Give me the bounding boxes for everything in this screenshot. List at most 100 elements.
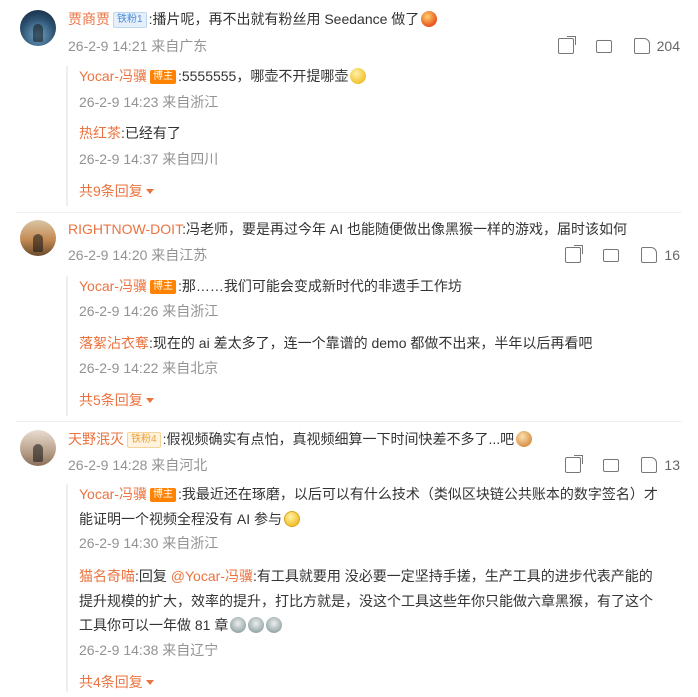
reply-text: :现在的 ai 差太多了，连一个靠谱的 demo 都做不出来，半年以后再看吧	[149, 335, 593, 351]
location: 来自浙江	[162, 303, 219, 319]
reply-text: :有工具就要用 没必要一定坚持手搓，生产工具的进步代表产能的	[252, 568, 653, 584]
mention-link[interactable]: @Yocar-冯骥	[171, 568, 253, 584]
comment-icon[interactable]	[603, 244, 620, 262]
username[interactable]: 贾商贾	[68, 11, 110, 27]
like-count: 13	[664, 457, 680, 473]
location: 来自四川	[162, 151, 219, 167]
more-replies-label[interactable]: 共4条回复	[79, 674, 143, 690]
more-replies-link[interactable]: 共5条回复	[79, 390, 154, 410]
reply-username[interactable]: 落絮沾衣奪	[79, 335, 149, 351]
comment-meta: 26-2-9 14:28 来自河北	[68, 455, 207, 475]
share-icon[interactable]	[565, 455, 584, 473]
shocked-emoji-icon	[266, 617, 283, 633]
username[interactable]: 天野泯灭	[68, 431, 124, 447]
reply-line-cont: 能证明一个视频全程没有 AI 参与	[79, 509, 301, 529]
chevron-down-icon	[145, 680, 154, 685]
host-badge: 博主	[149, 280, 176, 294]
timestamp: 26-2-9 14:20	[68, 247, 148, 263]
share-icon[interactable]	[565, 245, 584, 263]
reply-line-cont: 工具你可以一年做 81 章	[79, 615, 283, 635]
avatar-figure	[33, 444, 43, 462]
host-badge: 博主	[149, 70, 176, 84]
comment-text: :冯老师，要是再过今年 AI 也能随便做出像黑猴一样的游戏，届时该如何	[182, 221, 627, 237]
reply-meta: 26-2-9 14:26 来自浙江	[79, 301, 218, 321]
comment-line: 贾商贾 铁粉1:播片呢，再不出就有粉丝用 Seedance 做了	[68, 9, 438, 29]
timestamp: 26-2-9 14:21	[68, 38, 148, 54]
like-icon[interactable]	[641, 457, 658, 473]
reply-meta: 26-2-9 14:30 来自浙江	[79, 533, 218, 553]
more-replies-link[interactable]: 共4条回复	[79, 672, 154, 692]
location: 来自辽宁	[162, 642, 219, 658]
reply-line: 热红茶:已经有了	[79, 123, 181, 143]
chevron-down-icon	[145, 189, 154, 194]
timestamp: 26-2-9 14:37	[79, 151, 159, 167]
reply-meta: 26-2-9 14:22 来自北京	[79, 358, 218, 378]
more-replies-link[interactable]: 共9条回复	[79, 181, 154, 201]
timestamp: 26-2-9 14:26	[79, 303, 159, 319]
avatar[interactable]	[20, 10, 56, 46]
comment-icon[interactable]	[603, 454, 620, 472]
reply-text: :5555555，哪壶不开提哪壶	[177, 68, 349, 84]
comment-actions: 13	[543, 454, 680, 473]
reply-username[interactable]: Yocar-冯骥	[79, 68, 147, 84]
like-icon[interactable]	[641, 247, 658, 263]
dog-emoji-icon	[516, 431, 533, 447]
reply-username[interactable]: Yocar-冯骥	[79, 278, 147, 294]
comment-text: :播片呢，再不出就有粉丝用 Seedance 做了	[148, 11, 420, 27]
like-icon[interactable]	[633, 38, 650, 54]
reply-divider	[66, 484, 68, 692]
fan-badge[interactable]: 铁粉4	[127, 432, 161, 448]
fan-badge[interactable]: 铁粉1	[113, 12, 147, 28]
reply-username[interactable]: 猫名奇喵	[79, 568, 135, 584]
smile-emoji-icon	[350, 68, 367, 84]
avatar[interactable]	[20, 430, 56, 466]
reply-text: :那……我们可能会变成新时代的非遗手工作坊	[177, 278, 462, 294]
host-badge: 博主	[149, 488, 176, 502]
divider	[16, 212, 682, 213]
username[interactable]: RIGHTNOW-DOIT	[68, 221, 182, 237]
reply-text: 能证明一个视频全程没有 AI 参与	[79, 511, 283, 527]
avatar-figure	[33, 24, 43, 42]
like-count: 204	[656, 38, 680, 54]
comment-icon[interactable]	[595, 35, 612, 53]
avatar[interactable]	[20, 220, 56, 256]
crying-emoji-icon	[284, 511, 301, 527]
location: 来自江苏	[151, 247, 208, 263]
reply-meta: 26-2-9 14:38 来自辽宁	[79, 640, 218, 660]
location: 来自北京	[162, 360, 219, 376]
reply-line: 落絮沾衣奪:现在的 ai 差太多了，连一个靠谱的 demo 都做不出来，半年以后…	[79, 333, 592, 353]
location: 来自浙江	[162, 535, 219, 551]
reply-text: :我最近还在琢磨，以后可以有什么技术（类似区块链公共账本的数字签名）才	[177, 486, 658, 502]
more-replies-label[interactable]: 共5条回复	[79, 392, 143, 408]
reply-text: 提升规模的扩大，效率的提升，打比方就是，没这个工具这些年你只能做六章黑猴，有了这…	[79, 593, 653, 609]
fire-emoji-icon	[421, 11, 438, 27]
location: 来自浙江	[162, 94, 219, 110]
comment-meta: 26-2-9 14:21 来自广东	[68, 36, 207, 56]
reply-meta: 26-2-9 14:37 来自四川	[79, 149, 218, 169]
comment-text: :假视频确实有点怕，真视频细算一下时间快差不多了...吧	[162, 431, 515, 447]
reply-text: 工具你可以一年做 81 章	[79, 617, 229, 633]
comment-line: 天野泯灭 铁粉4:假视频确实有点怕，真视频细算一下时间快差不多了...吧	[68, 429, 533, 449]
shocked-emoji-icon	[230, 617, 247, 633]
reply-divider	[66, 66, 68, 206]
reply-line: Yocar-冯骥 博主:5555555，哪壶不开提哪壶	[79, 66, 367, 86]
reply-line: Yocar-冯骥 博主:我最近还在琢磨，以后可以有什么技术（类似区块链公共账本的数…	[79, 484, 658, 504]
chevron-down-icon	[145, 398, 154, 403]
reply-username[interactable]: Yocar-冯骥	[79, 486, 147, 502]
share-icon[interactable]	[557, 36, 576, 54]
location: 来自河北	[151, 457, 208, 473]
reply-divider	[66, 276, 68, 416]
reply-line: Yocar-冯骥 博主:那……我们可能会变成新时代的非遗手工作坊	[79, 276, 462, 296]
comment-actions: 16	[543, 244, 680, 263]
comment-actions: 204	[536, 35, 680, 54]
comment-meta: 26-2-9 14:20 来自江苏	[68, 245, 207, 265]
more-replies-label[interactable]: 共9条回复	[79, 183, 143, 199]
timestamp: 26-2-9 14:22	[79, 360, 159, 376]
avatar-figure	[33, 234, 43, 252]
timestamp: 26-2-9 14:23	[79, 94, 159, 110]
reply-line: 猫名奇喵:回复 @Yocar-冯骥:有工具就要用 没必要一定坚持手搓，生产工具的…	[79, 566, 653, 586]
reply-line-cont: 提升规模的扩大，效率的提升，打比方就是，没这个工具这些年你只能做六章黑猴，有了这…	[79, 591, 653, 611]
reply-prefix: :回复	[135, 568, 171, 584]
reply-username[interactable]: 热红茶	[79, 125, 121, 141]
divider	[16, 421, 682, 422]
